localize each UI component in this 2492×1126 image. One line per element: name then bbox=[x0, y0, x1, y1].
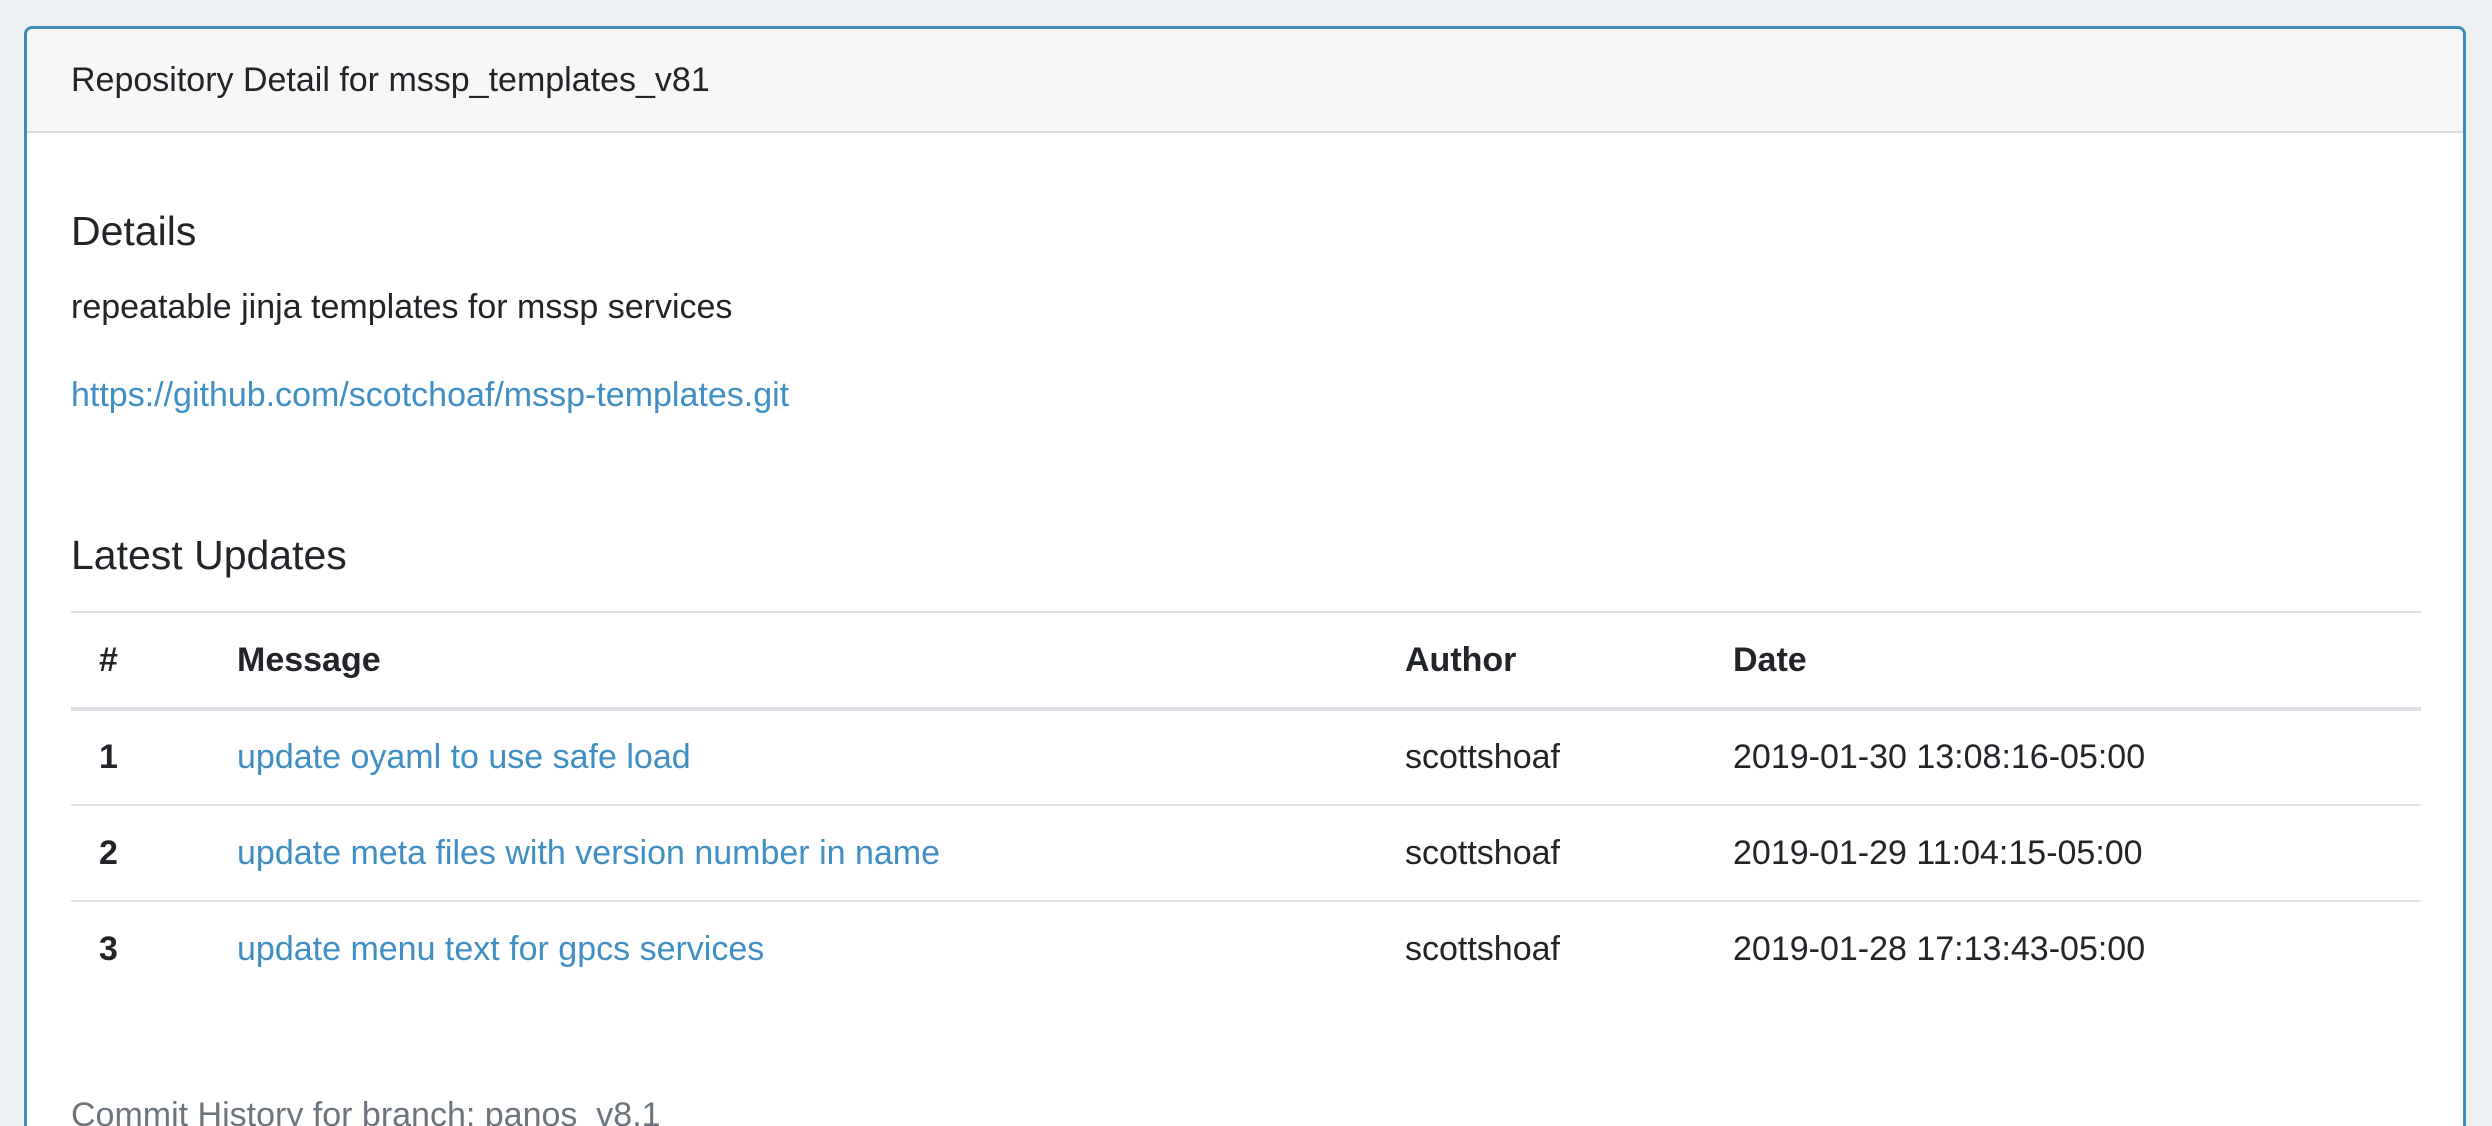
table-row: 3 update menu text for gpcs services sco… bbox=[71, 901, 2421, 997]
commit-message-cell: update menu text for gpcs services bbox=[209, 901, 1377, 997]
commit-date: 2019-01-29 11:04:15-05:00 bbox=[1705, 805, 2421, 902]
table-row: 1 update oyaml to use safe load scottsho… bbox=[71, 709, 2421, 806]
details-heading: Details bbox=[71, 208, 197, 254]
column-header-num: # bbox=[71, 611, 209, 711]
column-header-date: Date bbox=[1705, 611, 2421, 711]
commits-table-body: 1 update oyaml to use safe load scottsho… bbox=[71, 709, 2421, 997]
commit-author: scottshoaf bbox=[1377, 709, 1705, 806]
commit-message-cell: update meta files with version number in… bbox=[209, 805, 1377, 902]
header-row: # Message Author Date bbox=[71, 611, 2421, 711]
repo-description: repeatable jinja templates for mssp serv… bbox=[71, 288, 733, 326]
repo-url-link[interactable]: https://github.com/scotchoaf/mssp-templa… bbox=[71, 376, 789, 415]
commit-message-link[interactable]: update menu text for gpcs services bbox=[237, 930, 764, 968]
commit-date: 2019-01-28 17:13:43-05:00 bbox=[1733, 930, 2146, 968]
column-header-author: Author bbox=[1377, 611, 1705, 711]
commit-history-note: Commit History for branch: panos_v8.1 bbox=[71, 1096, 661, 1126]
table-row: 2 update meta files with version number … bbox=[71, 805, 2421, 902]
commit-message-link[interactable]: update oyaml to use safe load bbox=[237, 738, 691, 776]
repository-detail-card: Repository Detail for mssp_templates_v81… bbox=[24, 26, 2466, 1126]
commit-date: 2019-01-30 13:08:16-05:00 bbox=[1705, 709, 2421, 806]
commit-message-link[interactable]: update meta files with version number in… bbox=[237, 834, 940, 872]
commit-author: scottshoaf bbox=[1405, 930, 1560, 968]
commit-number: 2 bbox=[71, 805, 209, 902]
card-header: Repository Detail for mssp_templates_v81 bbox=[27, 29, 2463, 133]
column-header-message: Message bbox=[209, 611, 1377, 711]
card-header-title: Repository Detail for mssp_templates_v81 bbox=[71, 60, 710, 99]
commit-message-cell: update oyaml to use safe load bbox=[209, 709, 1377, 806]
commit-number: 3 bbox=[99, 930, 118, 968]
commit-number: 1 bbox=[71, 709, 209, 806]
commits-table-header: # Message Author Date bbox=[71, 611, 2421, 711]
commit-author: scottshoaf bbox=[1377, 805, 1705, 902]
latest-updates-heading: Latest Updates bbox=[71, 532, 347, 578]
commits-table: # Message Author Date 1 update oyaml to … bbox=[71, 611, 2421, 997]
